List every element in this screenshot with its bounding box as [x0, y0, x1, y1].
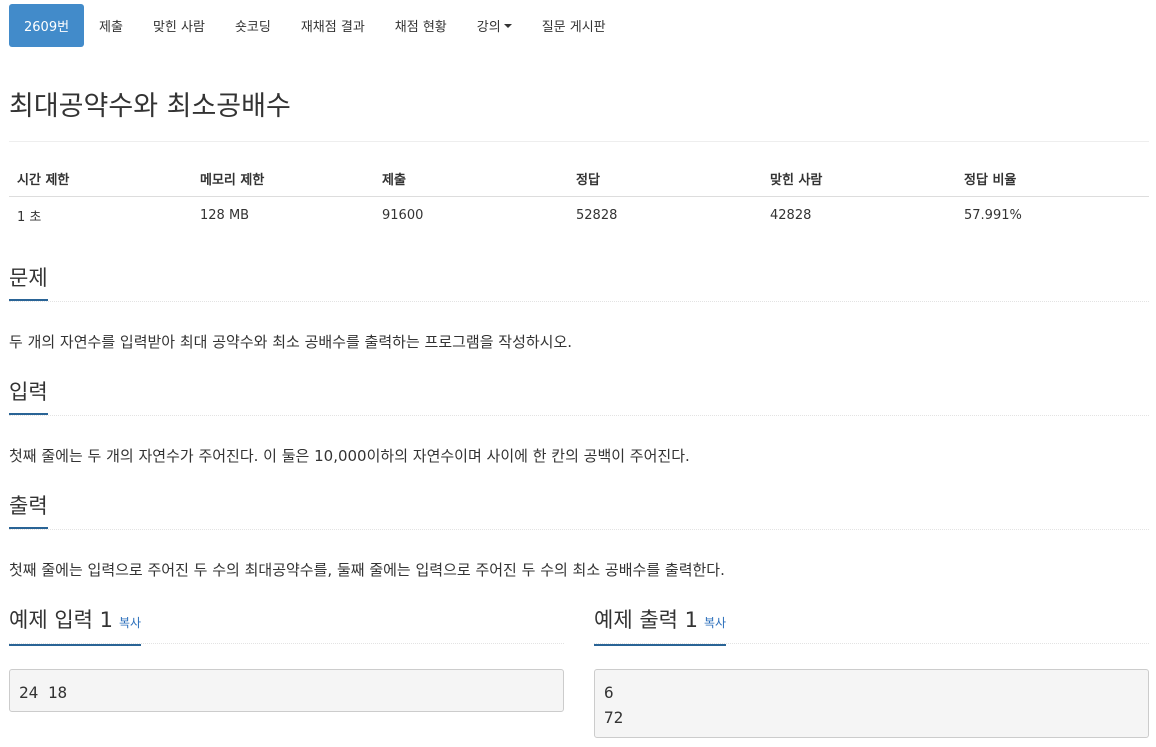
- table-row: 1 초 128 MB 91600 52828 42828 57.991%: [9, 197, 1149, 234]
- nav-tab-question-board[interactable]: 질문 게시판: [527, 4, 621, 47]
- problem-nav: 2609번 제출 맞힌 사람 숏코딩 재채점 결과 채점 현황 강의 질문 게시…: [9, 4, 621, 47]
- value-solved-users: 42828: [770, 207, 812, 223]
- input-description: 첫째 줄에는 두 개의 자연수가 주어진다. 이 둘은 10,000이하의 자연…: [9, 447, 690, 465]
- sample-output-heading: 예제 출력 1 복사: [594, 607, 727, 646]
- section-input-header: 입력: [9, 379, 1149, 416]
- value-time-limit: 1 초: [17, 209, 42, 225]
- sample-input-header: 예제 입력 1 복사: [9, 607, 564, 646]
- sample-output-header: 예제 출력 1 복사: [594, 607, 1149, 646]
- header-memory-limit: 메모리 제한: [192, 160, 374, 197]
- problem-description: 두 개의 자연수를 입력받아 최대 공약수와 최소 공배수를 출력하는 프로그램…: [9, 333, 573, 351]
- value-accepted: 52828: [576, 207, 618, 223]
- nav-tab-lectures-label: 강의: [476, 20, 501, 35]
- table-header-row: 시간 제한 메모리 제한 제출 정답 맞힌 사람 정답 비율: [9, 160, 1149, 197]
- section-description-heading: 문제: [9, 265, 48, 301]
- header-submissions: 제출: [374, 160, 568, 197]
- nav-tab-solved-users[interactable]: 맞힌 사람: [138, 4, 220, 47]
- copy-sample-output-link[interactable]: 복사: [704, 616, 726, 630]
- chevron-down-icon: [503, 23, 512, 28]
- header-time-limit: 시간 제한: [9, 160, 192, 197]
- nav-tab-short-coding[interactable]: 숏코딩: [220, 4, 286, 47]
- nav-tab-lectures[interactable]: 강의: [462, 4, 527, 47]
- header-accepted: 정답: [568, 160, 762, 197]
- nav-tab-judge-status[interactable]: 채점 현황: [380, 4, 462, 47]
- section-input-heading: 입력: [9, 379, 48, 415]
- nav-tab-submit[interactable]: 제출: [84, 4, 138, 47]
- section-description-header: 문제: [9, 265, 1149, 302]
- section-output-heading: 출력: [9, 493, 48, 529]
- nav-tab-rejudge-results[interactable]: 재채점 결과: [286, 4, 380, 47]
- nav-tab-problem[interactable]: 2609번: [9, 4, 85, 47]
- header-accept-ratio: 정답 비율: [956, 160, 1149, 197]
- problem-info-table: 시간 제한 메모리 제한 제출 정답 맞힌 사람 정답 비율 1 초 128 M…: [9, 160, 1149, 233]
- value-submissions: 91600: [382, 207, 424, 223]
- problem-title: 최대공약수와 최소공배수: [9, 91, 291, 122]
- sample-input-heading: 예제 입력 1 복사: [9, 607, 142, 646]
- header-solved-users: 맞힌 사람: [762, 160, 956, 197]
- sample-input-title: 예제 입력 1: [9, 608, 113, 632]
- copy-sample-input-link[interactable]: 복사: [119, 616, 141, 630]
- title-divider: [9, 141, 1149, 142]
- section-output-header: 출력: [9, 493, 1149, 530]
- value-memory-limit: 128 MB: [200, 207, 250, 223]
- sample-output-title: 예제 출력 1: [594, 608, 698, 632]
- output-description: 첫째 줄에는 입력으로 주어진 두 수의 최대공약수를, 둘째 줄에는 입력으로…: [9, 561, 725, 579]
- sample-output-box[interactable]: 6 72: [594, 669, 1149, 738]
- value-accept-ratio: 57.991%: [964, 207, 1022, 223]
- sample-input-box[interactable]: 24 18: [9, 669, 564, 712]
